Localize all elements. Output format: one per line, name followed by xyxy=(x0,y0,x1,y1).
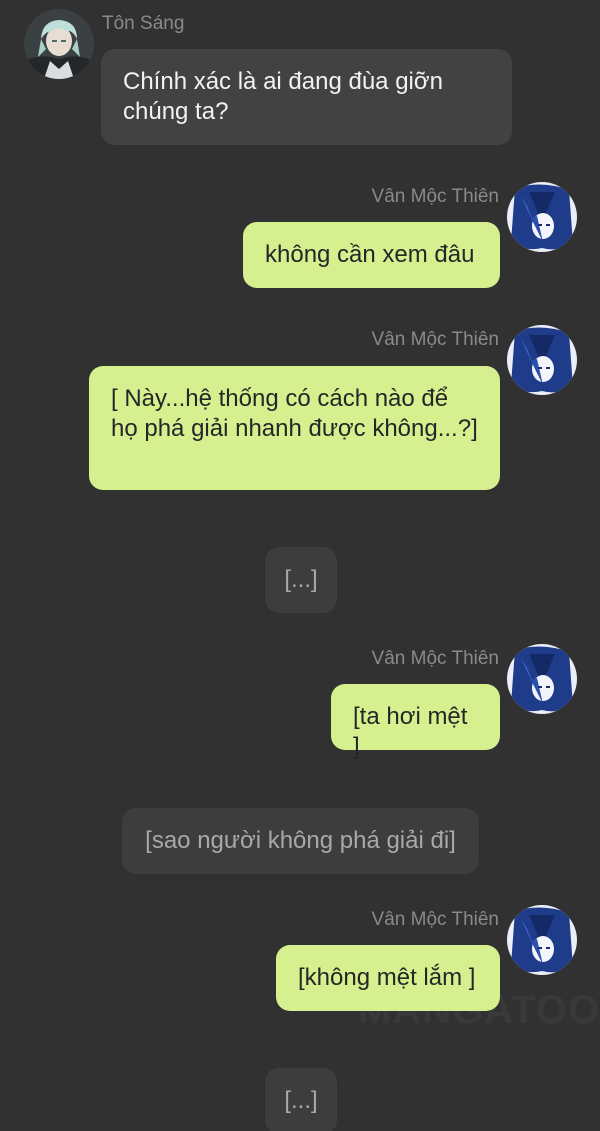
system-message[interactable]: [sao người không phá giải đi] xyxy=(122,808,479,874)
avatar-ton-sang-image xyxy=(24,9,94,79)
system-message[interactable]: [...] xyxy=(265,1068,337,1131)
avatar-van-moc-thien[interactable] xyxy=(507,325,577,395)
sender-name: Vân Mộc Thiên xyxy=(371,186,499,207)
message-bubble-outgoing[interactable]: [ Này...hệ thống có cách nào để họ phá g… xyxy=(89,366,500,490)
avatar-van-moc-thien[interactable] xyxy=(507,905,577,975)
sender-name: Vân Mộc Thiên xyxy=(371,648,499,669)
avatar-van-moc-thien-image xyxy=(507,905,577,975)
message-bubble-outgoing[interactable]: không cần xem đâu xyxy=(243,222,500,288)
chat-screen: Tôn Sáng Chính xác là ai đang đùa giỡn c… xyxy=(0,0,600,1131)
avatar-van-moc-thien-image xyxy=(507,325,577,395)
avatar-van-moc-thien[interactable] xyxy=(507,182,577,252)
sender-name: Vân Mộc Thiên xyxy=(371,329,499,350)
avatar-van-moc-thien[interactable] xyxy=(507,644,577,714)
avatar-van-moc-thien-image xyxy=(507,182,577,252)
avatar-ton-sang[interactable] xyxy=(24,9,94,79)
system-message[interactable]: [...] xyxy=(265,547,337,613)
sender-name: Vân Mộc Thiên xyxy=(371,909,499,930)
sender-name: Tôn Sáng xyxy=(102,13,185,34)
avatar-van-moc-thien-image xyxy=(507,644,577,714)
message-bubble-outgoing[interactable]: [ta hơi mệt ] xyxy=(331,684,500,760)
message-bubble-outgoing[interactable]: [không mệt lắm ] xyxy=(276,945,500,1011)
message-bubble-incoming[interactable]: Chính xác là ai đang đùa giỡn chúng ta? xyxy=(101,49,512,145)
